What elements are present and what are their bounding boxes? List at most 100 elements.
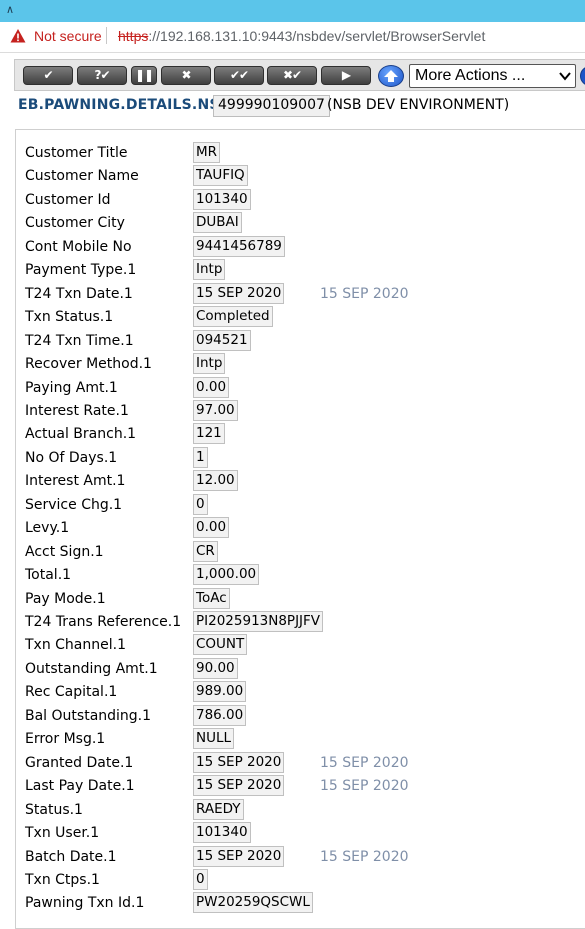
field-label: Last Pay Date.1 bbox=[25, 778, 135, 794]
field-label: No Of Days.1 bbox=[25, 450, 118, 466]
field-label: Pay Mode.1 bbox=[25, 591, 106, 607]
field-value: 15 SEP 2020 bbox=[193, 752, 285, 773]
field-value: ToAc bbox=[193, 588, 230, 609]
field-label: Customer Id bbox=[25, 192, 111, 208]
reverse-button[interactable]: ✖✔ bbox=[267, 66, 317, 85]
field-label: Customer Name bbox=[25, 168, 139, 184]
field-row: Rec Capital.1 989.00 bbox=[25, 681, 585, 703]
more-actions-label: More Actions ... bbox=[415, 67, 526, 84]
field-row: Bal Outstanding.1 786.00 bbox=[25, 705, 585, 727]
url-text[interactable]: https://192.168.131.10:9443/nsbdev/servl… bbox=[118, 28, 485, 44]
next-button[interactable]: ▶ bbox=[321, 66, 371, 85]
field-value: 15 SEP 2020 bbox=[193, 283, 285, 304]
home-button[interactable] bbox=[378, 65, 404, 87]
field-row: Txn User.1 101340 bbox=[25, 822, 585, 844]
field-row: Payment Type.1 Intp bbox=[25, 259, 585, 281]
validate-button[interactable]: ?✔ bbox=[77, 66, 127, 85]
field-label: Pawning Txn Id.1 bbox=[25, 895, 145, 911]
field-label: Service Chg.1 bbox=[25, 497, 123, 513]
field-label: Interest Rate.1 bbox=[25, 403, 129, 419]
field-value: Intp bbox=[193, 259, 226, 280]
field-value: 121 bbox=[193, 423, 225, 444]
field-label: T24 Txn Date.1 bbox=[25, 286, 133, 302]
field-label: T24 Trans Reference.1 bbox=[25, 614, 182, 630]
field-row: Txn Status.1 Completed bbox=[25, 306, 585, 328]
field-row: Txn Ctps.1 0 bbox=[25, 869, 585, 891]
field-enrichment: 15 SEP 2020 bbox=[320, 286, 409, 302]
field-row: Cont Mobile No 9441456789 bbox=[25, 236, 585, 258]
hold-button[interactable]: ❚❚ bbox=[131, 66, 157, 85]
field-row: Pay Mode.1 ToAc bbox=[25, 588, 585, 610]
url-path: ://192.168.131.10:9443/nsbdev/servlet/Br… bbox=[148, 28, 486, 44]
field-row: Acct Sign.1 CR bbox=[25, 541, 585, 563]
field-value: CR bbox=[193, 541, 218, 562]
field-value: 1,000.00 bbox=[193, 564, 260, 585]
action-toolbar: ✔ ?✔ ❚❚ ✖ ✔✔ ✖✔ ▶ More Actions ... bbox=[14, 59, 585, 91]
url-scheme: https bbox=[118, 28, 149, 44]
field-value: 1 bbox=[193, 447, 208, 468]
field-label: Total.1 bbox=[25, 567, 72, 583]
environment-label: (NSB DEV ENVIRONMENT) bbox=[327, 97, 510, 113]
field-row: Pawning Txn Id.1 PW20259QSCWL bbox=[25, 892, 585, 914]
field-row: Txn Channel.1 COUNT bbox=[25, 634, 585, 656]
warning-icon[interactable] bbox=[10, 28, 26, 44]
field-enrichment: 15 SEP 2020 bbox=[320, 778, 409, 794]
field-row: Paying Amt.1 0.00 bbox=[25, 377, 585, 399]
authorise-button[interactable]: ✔✔ bbox=[214, 66, 264, 85]
up-arrow-icon bbox=[384, 70, 398, 82]
record-details-panel: Customer Title MR Customer Name TAUFIQ Custo… bbox=[15, 129, 585, 929]
field-row: Outstanding Amt.1 90.00 bbox=[25, 658, 585, 680]
field-value: 786.00 bbox=[193, 705, 247, 726]
address-bar[interactable]: Not secure https://192.168.131.10:9443/n… bbox=[0, 22, 585, 53]
field-value: 0 bbox=[193, 494, 208, 515]
field-label: Customer City bbox=[25, 215, 125, 231]
field-label: Acct Sign.1 bbox=[25, 544, 104, 560]
commit-button[interactable]: ✔ bbox=[23, 66, 73, 85]
field-label: Payment Type.1 bbox=[25, 262, 137, 278]
delete-button[interactable]: ✖ bbox=[161, 66, 211, 85]
field-value: 0.00 bbox=[193, 517, 230, 538]
more-actions-select[interactable]: More Actions ... bbox=[409, 64, 576, 88]
field-label: Batch Date.1 bbox=[25, 849, 117, 865]
field-value: 0 bbox=[193, 869, 208, 890]
field-label: Interest Amt.1 bbox=[25, 473, 126, 489]
field-row: Error Msg.1 NULL bbox=[25, 728, 585, 750]
field-value: MR bbox=[193, 142, 221, 163]
field-value: 101340 bbox=[193, 822, 251, 843]
field-row: Status.1 RAEDY bbox=[25, 799, 585, 821]
field-label: Bal Outstanding.1 bbox=[25, 708, 152, 724]
not-secure-label[interactable]: Not secure bbox=[34, 28, 102, 44]
field-value: PI2025913N8PJJFV bbox=[193, 611, 324, 632]
go-button[interactable] bbox=[580, 66, 585, 86]
field-row: Granted Date.1 15 SEP 2020 15 SEP 2020 bbox=[25, 752, 585, 774]
field-label: Cont Mobile No bbox=[25, 239, 132, 255]
field-label: Txn Channel.1 bbox=[25, 637, 126, 653]
field-row: Customer Title MR bbox=[25, 142, 585, 164]
field-label: Customer Title bbox=[25, 145, 128, 161]
field-value: 15 SEP 2020 bbox=[193, 846, 285, 867]
field-label: Paying Amt.1 bbox=[25, 380, 118, 396]
field-value: 90.00 bbox=[193, 658, 238, 679]
field-value: 12.00 bbox=[193, 470, 238, 491]
field-value: Completed bbox=[193, 306, 273, 327]
chevron-down-icon bbox=[559, 72, 571, 81]
field-value: TAUFIQ bbox=[193, 165, 248, 186]
field-label: Txn User.1 bbox=[25, 825, 100, 841]
field-value: NULL bbox=[193, 728, 235, 749]
field-label: Txn Status.1 bbox=[25, 309, 114, 325]
field-value: Intp bbox=[193, 353, 226, 374]
field-value: 0.00 bbox=[193, 377, 230, 398]
collapse-chevron-icon[interactable]: ∧ bbox=[6, 3, 14, 16]
field-label: Error Msg.1 bbox=[25, 731, 106, 747]
field-row: T24 Trans Reference.1 PI2025913N8PJJFV bbox=[25, 611, 585, 633]
field-row: Service Chg.1 0 bbox=[25, 494, 585, 516]
browser-top-bar: ∧ bbox=[0, 0, 585, 22]
field-value: COUNT bbox=[193, 634, 248, 655]
field-label: Levy.1 bbox=[25, 520, 70, 536]
record-id-field[interactable]: 499990109007 bbox=[213, 95, 330, 117]
field-row: Batch Date.1 15 SEP 2020 15 SEP 2020 bbox=[25, 846, 585, 868]
field-row: T24 Txn Time.1 094521 bbox=[25, 330, 585, 352]
field-value: 989.00 bbox=[193, 681, 247, 702]
field-label: Outstanding Amt.1 bbox=[25, 661, 158, 677]
address-separator bbox=[106, 27, 107, 44]
